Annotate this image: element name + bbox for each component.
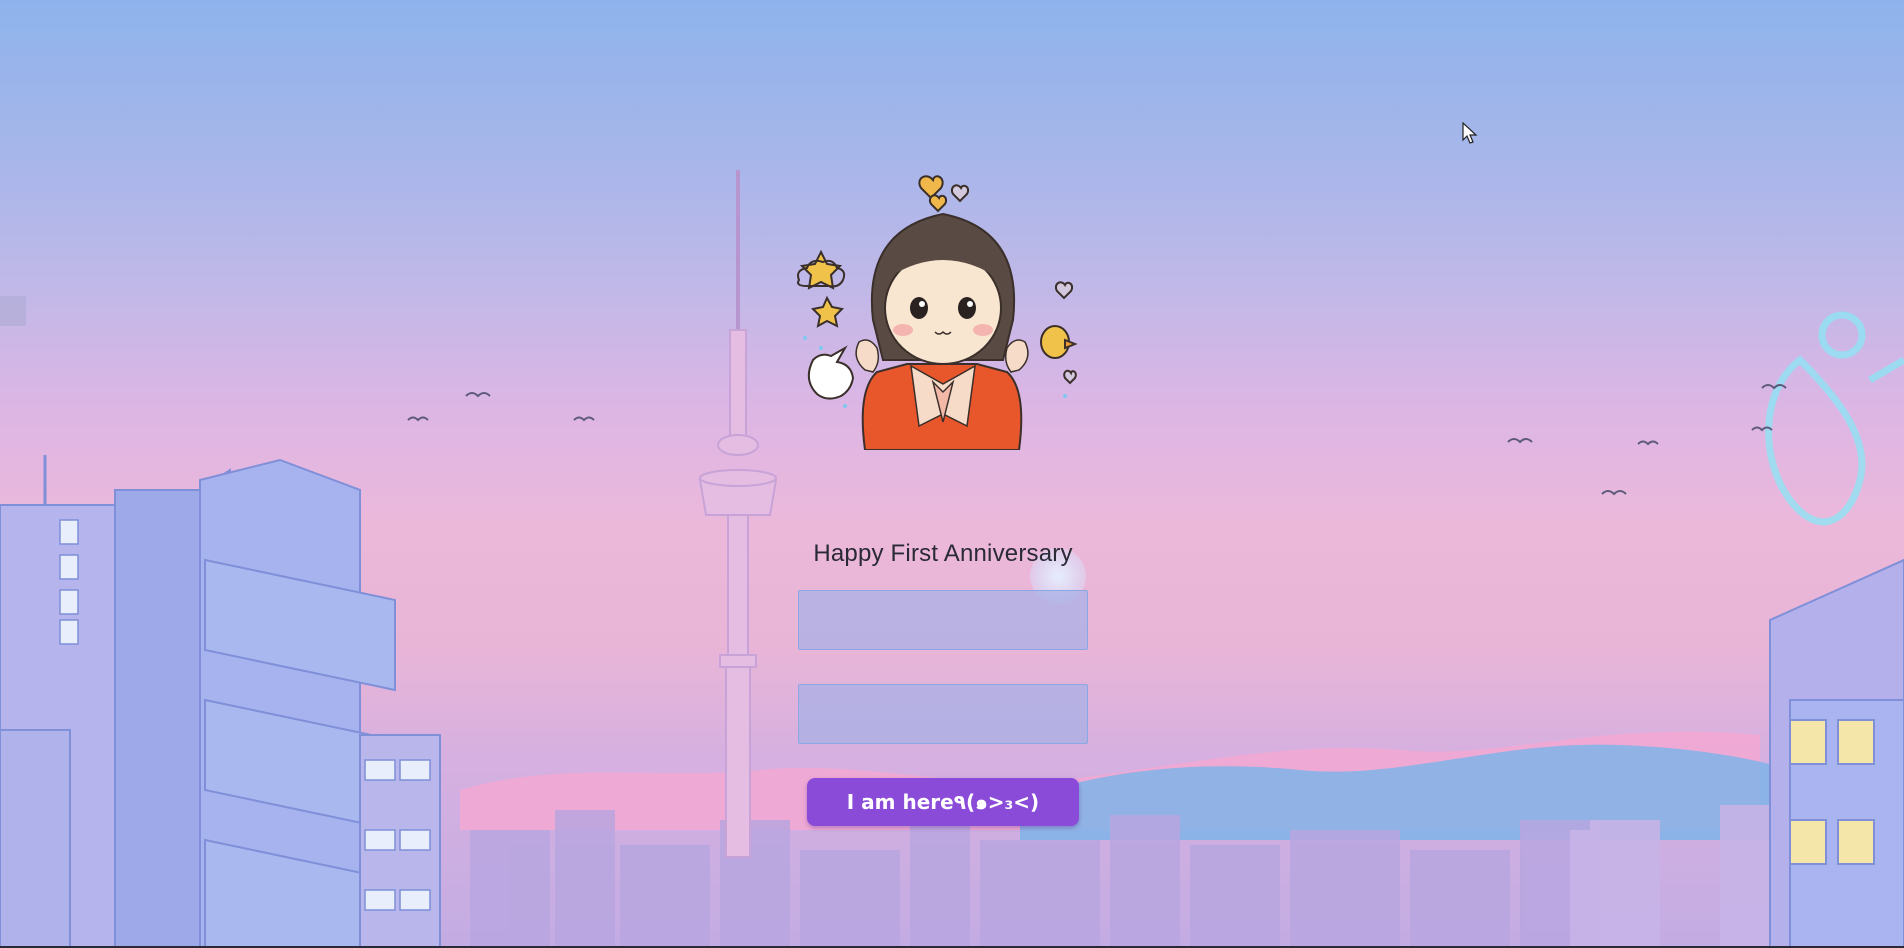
- first-input-field[interactable]: [798, 590, 1088, 650]
- anniversary-greeting: Happy First Anniversary: [813, 540, 1073, 567]
- side-handle: [0, 296, 26, 326]
- login-panel: Happy First Anniversary I am here٩(๑>₃<): [797, 160, 1088, 826]
- mouse-cursor-icon: [1462, 122, 1478, 144]
- second-input-field[interactable]: [798, 684, 1088, 744]
- i-am-here-button[interactable]: I am here٩(๑>₃<): [807, 778, 1079, 826]
- girl-avatar-icon: [797, 175, 1078, 450]
